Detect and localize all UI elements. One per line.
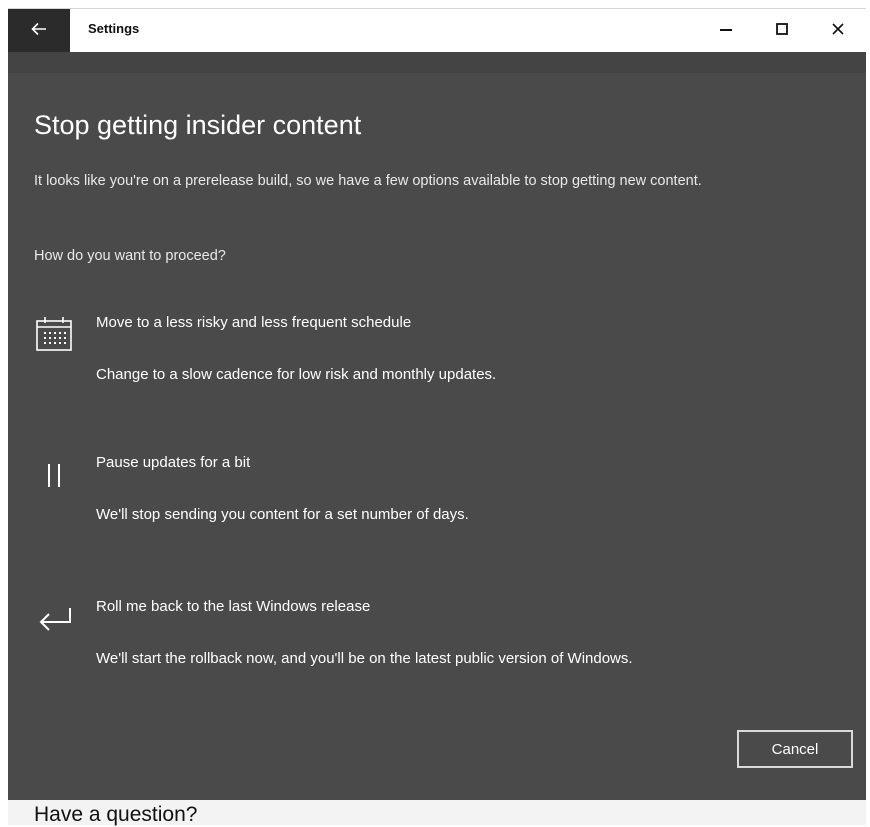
back-arrow-icon xyxy=(31,22,47,41)
back-button[interactable] xyxy=(8,9,70,53)
window-frame-right xyxy=(866,0,870,825)
option-subtitle: We'll stop sending you content for a set… xyxy=(96,506,469,523)
stop-insider-dialog: Stop getting insider content It looks li… xyxy=(8,52,866,800)
dialog-description: It looks like you're on a prerelease bui… xyxy=(34,173,702,189)
title-bar: Settings xyxy=(8,8,866,53)
option-subtitle: We'll start the rollback now, and you'll… xyxy=(96,650,633,667)
option-slow-schedule[interactable]: Move to a less risky and less frequent s… xyxy=(34,314,844,414)
option-pause-updates[interactable]: Pause updates for a bit We'll stop sendi… xyxy=(34,454,844,554)
minimize-icon xyxy=(719,22,733,41)
close-icon xyxy=(831,22,845,41)
option-title: Pause updates for a bit xyxy=(96,454,251,471)
minimize-button[interactable] xyxy=(698,9,754,53)
window-frame-left xyxy=(0,0,8,825)
calendar-icon xyxy=(34,314,82,362)
maximize-button[interactable] xyxy=(754,9,810,53)
option-rollback[interactable]: Roll me back to the last Windows release… xyxy=(34,598,844,698)
option-title: Move to a less risky and less frequent s… xyxy=(96,314,412,331)
cancel-button[interactable]: Cancel xyxy=(737,730,853,768)
settings-page-behind: Have a question? xyxy=(8,800,866,826)
dialog-top-strip xyxy=(8,52,866,73)
window-title: Settings xyxy=(88,21,140,36)
dialog-heading: Stop getting insider content xyxy=(34,110,362,140)
option-subtitle: Change to a slow cadence for low risk an… xyxy=(96,366,497,383)
pause-icon xyxy=(34,454,82,502)
option-title: Roll me back to the last Windows release xyxy=(96,598,371,615)
have-a-question-heading: Have a question? xyxy=(34,803,198,826)
close-button[interactable] xyxy=(810,9,866,53)
dialog-question: How do you want to proceed? xyxy=(34,248,226,264)
rollback-arrow-icon xyxy=(34,598,82,646)
maximize-icon xyxy=(775,22,789,41)
